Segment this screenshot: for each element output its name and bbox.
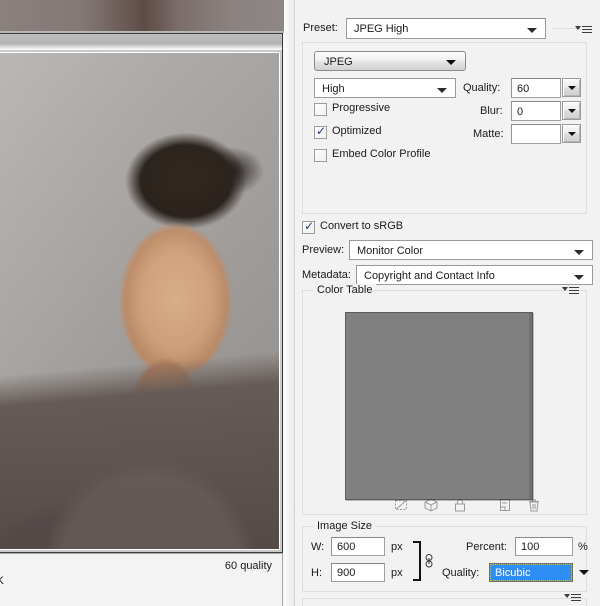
width-value: 600 — [337, 541, 356, 553]
blur-input[interactable]: 0 — [511, 101, 561, 121]
save-for-web-settings-panel: Preset: JPEG High JPEG High Quality: 60 … — [294, 0, 600, 606]
new-color-icon[interactable] — [497, 497, 513, 513]
resample-quality-value: Bicubic — [495, 567, 531, 579]
height-label: H: — [311, 567, 322, 579]
height-unit-label: px — [391, 567, 403, 579]
lock-icon[interactable] — [452, 497, 468, 513]
quality-stepper-button[interactable] — [562, 78, 581, 97]
preset-panel-menu-icon[interactable] — [575, 24, 593, 34]
chevron-down-icon — [437, 88, 447, 93]
width-unit-label: px — [391, 541, 403, 553]
convert-to-srgb-label: Convert to sRGB — [320, 220, 404, 232]
matte-stepper-button[interactable] — [562, 124, 581, 143]
animation-panel-menu-icon[interactable] — [564, 592, 582, 602]
color-table-panel-menu-icon[interactable] — [562, 285, 580, 295]
animation-section-partial — [302, 594, 587, 606]
chevron-down-icon — [574, 275, 584, 280]
trash-icon[interactable] — [526, 497, 542, 513]
metadata-value: Copyright and Contact Info — [364, 270, 495, 282]
transparency-icon[interactable] — [393, 497, 409, 513]
preview-mode-label: Preview: — [302, 244, 345, 256]
file-format-value: JPEG — [324, 56, 353, 68]
preview-mode-value: Monitor Color — [357, 245, 424, 257]
height-input[interactable]: 900 — [331, 563, 385, 582]
preset-dropdown[interactable]: JPEG High — [346, 18, 546, 39]
matte-color-input[interactable] — [511, 124, 561, 144]
pane-splitter[interactable] — [284, 0, 294, 606]
resample-quality-arrow[interactable] — [575, 563, 594, 582]
preset-label: Preset: — [303, 22, 338, 34]
color-table-title: Color Table — [313, 284, 377, 296]
chevron-down-icon — [527, 28, 537, 33]
status-row-primary: G 60 quality — [0, 560, 282, 574]
format-options-group: JPEG High Quality: 60 Progressive Blur: … — [302, 42, 587, 214]
optimized-image-preview[interactable] — [0, 52, 280, 550]
photo-shading-overlay — [0, 53, 279, 549]
width-label: W: — [311, 541, 325, 553]
percent-input[interactable]: 100 — [515, 537, 573, 556]
blur-value: 0 — [517, 106, 524, 118]
blur-label: Blur: — [480, 105, 503, 117]
color-table-divider — [371, 290, 556, 291]
preview-canvas-frame — [0, 33, 283, 553]
resample-quality-label: Quality: — [442, 567, 480, 579]
progressive-checkbox[interactable] — [314, 103, 327, 116]
status-quality-label: 60 quality — [224, 560, 272, 572]
percent-label: Percent: — [466, 541, 507, 553]
color-table-swatch-area[interactable] — [345, 312, 533, 500]
image-size-divider — [375, 526, 582, 527]
progressive-label: Progressive — [332, 102, 391, 114]
status-row-secondary: OK — [0, 575, 4, 587]
color-table-section: Color Table — [302, 284, 587, 515]
optimized-label: Optimized — [332, 125, 382, 137]
preview-mode-dropdown[interactable]: Monitor Color — [349, 240, 593, 260]
web-shift-cube-icon[interactable] — [423, 497, 439, 513]
chain-link-icon[interactable] — [423, 553, 435, 569]
quality-value: 60 — [517, 83, 530, 95]
embed-color-profile-checkbox[interactable] — [314, 149, 327, 162]
chevron-down-icon — [574, 250, 584, 255]
matte-label: Matte: — [473, 128, 504, 140]
quality-label: Quality: — [463, 82, 501, 94]
preview-top-image-strip — [0, 0, 289, 31]
chevron-down-icon — [446, 60, 456, 65]
color-table-toolbar — [393, 497, 563, 515]
image-preview-pane: G 60 quality OK — [0, 0, 289, 606]
embed-color-profile-label: Embed Color Profile — [332, 148, 431, 160]
quality-preset-dropdown[interactable]: High — [314, 78, 456, 98]
preview-canvas-toolbar — [0, 34, 282, 50]
blur-stepper-button[interactable] — [562, 101, 581, 120]
image-size-section: Image Size W: 600 px H: 900 px Percent: … — [302, 520, 589, 592]
quality-input[interactable]: 60 — [511, 78, 561, 98]
width-input[interactable]: 600 — [331, 537, 385, 556]
metadata-dropdown[interactable]: Copyright and Contact Info — [356, 265, 593, 285]
convert-to-srgb-checkbox[interactable] — [302, 219, 315, 234]
preview-status-bar: G 60 quality OK — [0, 553, 283, 606]
metadata-label: Metadata: — [302, 269, 351, 281]
constrain-bracket — [413, 541, 421, 581]
quality-preset-value: High — [322, 83, 345, 95]
optimized-checkbox[interactable] — [314, 124, 327, 139]
height-value: 900 — [337, 567, 356, 579]
preset-value: JPEG High — [354, 23, 409, 35]
color-table-scrollbar[interactable] — [529, 313, 532, 499]
resample-quality-dropdown[interactable]: Bicubic — [489, 563, 573, 582]
preset-row: Preset: JPEG High — [303, 18, 593, 40]
percent-value: 100 — [521, 541, 540, 553]
file-format-dropdown[interactable]: JPEG — [314, 51, 466, 71]
image-size-title: Image Size — [313, 520, 377, 532]
percent-sign-label: % — [578, 541, 588, 553]
